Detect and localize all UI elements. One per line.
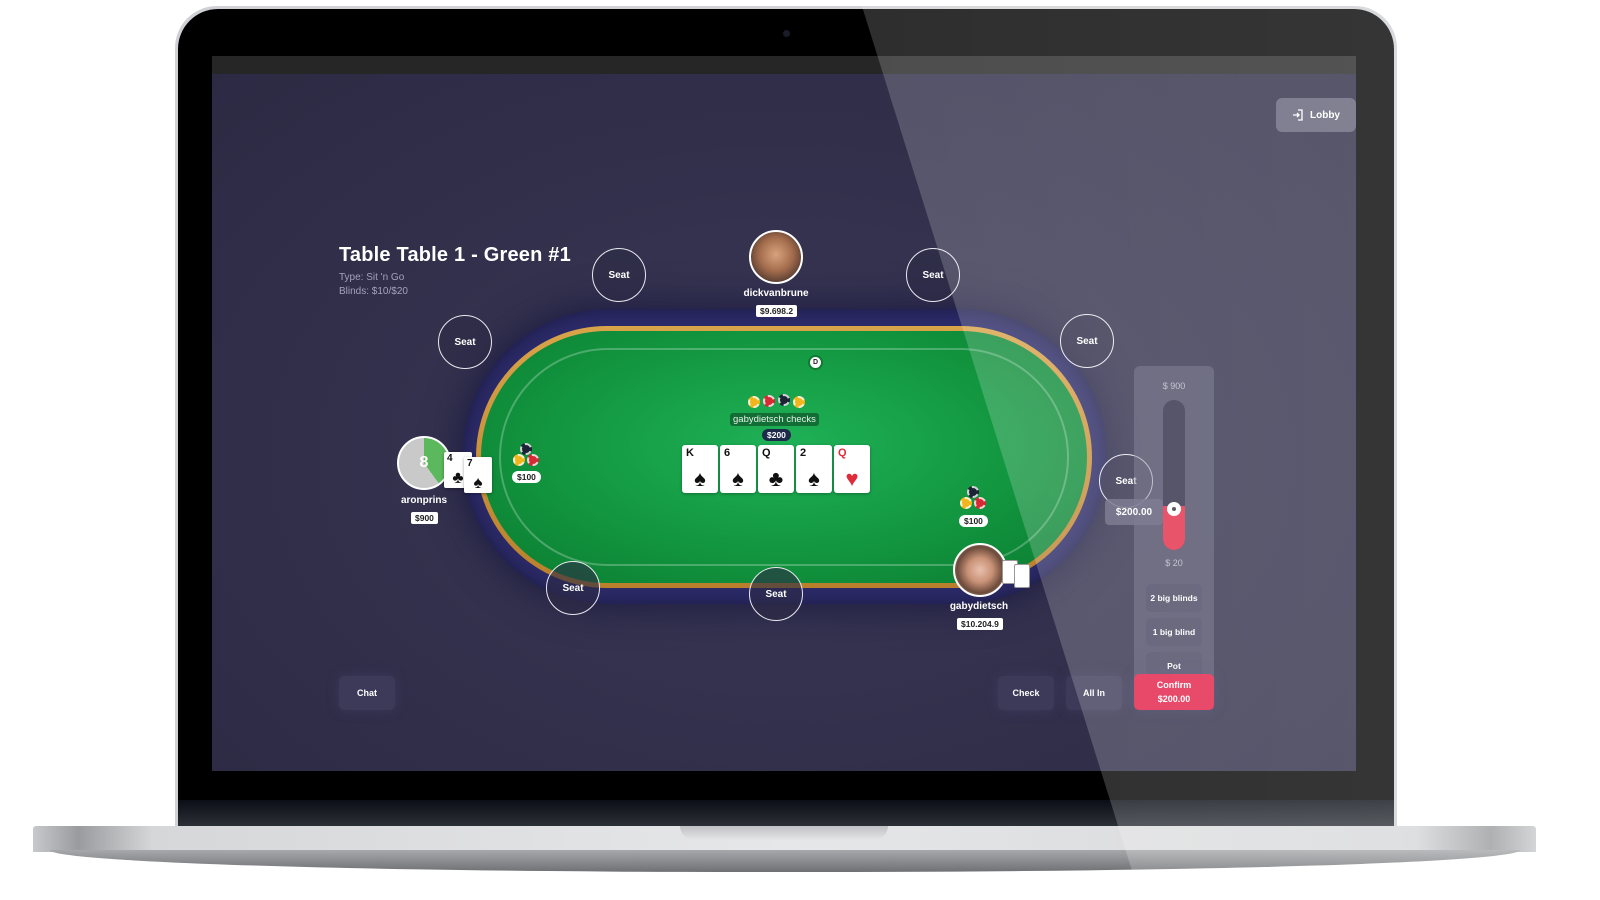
empty-seat[interactable]: Seat [438,315,492,369]
laptop-bezel [178,800,1394,826]
community-card: Q ♣ [758,445,794,493]
check-button[interactable]: Check [998,676,1054,710]
chat-button[interactable]: Chat [339,676,395,710]
raise-min-label: $ 20 [1165,558,1183,568]
last-action-label: gabydietsch checks [730,413,819,426]
poker-app: Table Table 1 - Green #1 Type: Sit 'n Go… [212,74,1356,771]
community-card: Q ♥ [834,445,870,493]
dealer-button: D [808,355,823,370]
player-bet: $100 [959,515,988,527]
screen-top-bar [212,56,1356,74]
pot-amount: $200 [762,429,791,441]
empty-seat[interactable]: Seat [906,248,960,302]
chip-black [520,443,532,455]
player-name: aronprins [400,495,448,506]
all-in-button[interactable]: All In [1066,676,1122,710]
player-stack: $9.698.2 [756,305,798,317]
camera-dot [783,30,790,37]
chip-yellow [960,497,972,509]
player-stack: $900 [411,512,438,524]
card-rank: 2 [800,447,807,459]
chip-black [967,486,979,498]
preset-1-big-blind-button[interactable]: 1 big blind [1146,618,1202,646]
raise-amount-display[interactable]: $200.00 [1105,499,1163,525]
spade-icon: ♠ [732,466,744,491]
chip-red [527,454,539,466]
community-card: 2 ♠ [796,445,832,493]
chip-yellow [513,454,525,466]
raise-max-label: $ 900 [1162,381,1186,391]
laptop-base-bottom [50,850,1520,872]
lobby-button[interactable]: Lobby [1276,98,1356,132]
card-rank: Q [838,447,847,459]
confirm-label: Confirm [1156,680,1192,690]
card-rank: 4 [447,453,453,464]
player-avatar-timer: 8 [397,436,451,490]
player-name: dickvanbrune [743,288,809,299]
player-bet: $100 [512,471,541,483]
page-title: Table Table 1 - Green #1 [339,244,571,266]
chip-red [974,497,986,509]
preset-2-big-blinds-button[interactable]: 2 big blinds [1146,584,1202,612]
spade-icon: ♠ [473,473,483,492]
spade-icon: ♠ [694,466,706,491]
card-rank: K [686,447,694,459]
spade-icon: ♠ [808,466,820,491]
chip-yellow [793,396,805,408]
chip-yellow [748,396,760,408]
empty-seat[interactable]: Seat [546,561,600,615]
turn-timer: 8 [419,454,429,471]
sign-in-icon [1293,109,1303,121]
table-blinds: Blinds: $10/$20 [339,286,408,297]
lobby-label: Lobby [1310,109,1340,121]
player-name: gabydietsch [949,601,1009,612]
raise-slider-thumb[interactable] [1167,502,1181,516]
empty-seat[interactable]: Seat [749,567,803,621]
confirm-button[interactable]: Confirm $200.00 [1134,674,1214,710]
card-rank: 7 [467,458,473,469]
laptop-mockup: Table Table 1 - Green #1 Type: Sit 'n Go… [0,0,1600,900]
empty-seat[interactable]: Seat [1060,314,1114,368]
heart-icon: ♥ [845,466,859,491]
empty-seat[interactable]: Seat [592,248,646,302]
player-stack: $10.204.9 [957,618,1003,630]
chip-red [763,395,775,407]
laptop-notch [680,826,888,840]
raise-slider-track[interactable] [1163,400,1185,550]
hole-card: 7 ♠ [464,457,492,493]
screen: Table Table 1 - Green #1 Type: Sit 'n Go… [212,56,1356,771]
player-avatar [953,543,1007,597]
confirm-amount: $200.00 [1157,694,1191,704]
player-avatar [749,230,803,284]
card-rank: Q [762,447,771,459]
community-card: K ♠ [682,445,718,493]
club-icon: ♣ [768,466,784,491]
community-card: 6 ♠ [720,445,756,493]
chip-black [778,394,790,406]
card-rank: 6 [724,447,731,459]
card-back-icon [1014,564,1030,588]
table-type: Type: Sit 'n Go [339,272,405,283]
